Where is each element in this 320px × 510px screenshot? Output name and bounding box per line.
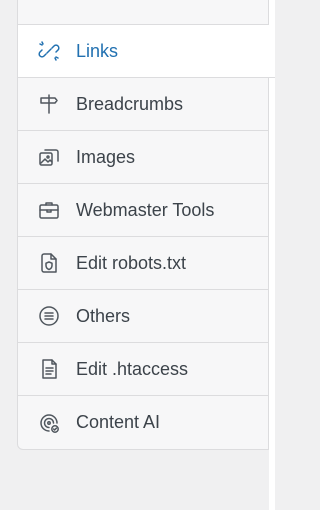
sidebar-item-label: Edit robots.txt [76, 252, 187, 273]
sidebar-item-edit-robots[interactable]: Edit robots.txt [18, 237, 268, 290]
sidebar-item-breadcrumbs[interactable]: Breadcrumbs [18, 78, 268, 131]
sidebar-item-label: Content AI [76, 412, 161, 432]
sidebar-item-links[interactable]: Links [18, 25, 275, 78]
folder-shield-icon [36, 250, 62, 276]
images-icon [36, 144, 62, 170]
sidebar-item-label: Webmaster Tools [76, 199, 215, 220]
sidebar-item-label: Images [76, 146, 136, 167]
signpost-icon [36, 91, 62, 117]
sidebar-item-webmaster-tools[interactable]: Webmaster Tools [18, 184, 268, 237]
sidebar-item-content-ai[interactable]: Content AI [18, 396, 268, 449]
menu-item-previous[interactable] [18, 0, 268, 25]
sidebar-item-label: Edit .htaccess [76, 358, 189, 379]
settings-sidebar-menu: Links Breadcrumbs Images Webmaster Tools… [17, 0, 275, 450]
file-text-icon [36, 356, 62, 382]
sidebar-item-edit-htaccess[interactable]: Edit .htaccess [18, 343, 268, 396]
sidebar-item-others[interactable]: Others [18, 290, 268, 343]
sidebar-item-label: Links [76, 40, 119, 61]
list-circle-icon [36, 303, 62, 329]
sidebar-item-images[interactable]: Images [18, 131, 268, 184]
sidebar-item-label: Breadcrumbs [76, 93, 184, 114]
toolbox-icon [36, 197, 62, 223]
sidebar-item-label: Others [76, 305, 131, 326]
link-broken-icon [36, 38, 62, 64]
content-ai-icon [36, 410, 62, 436]
